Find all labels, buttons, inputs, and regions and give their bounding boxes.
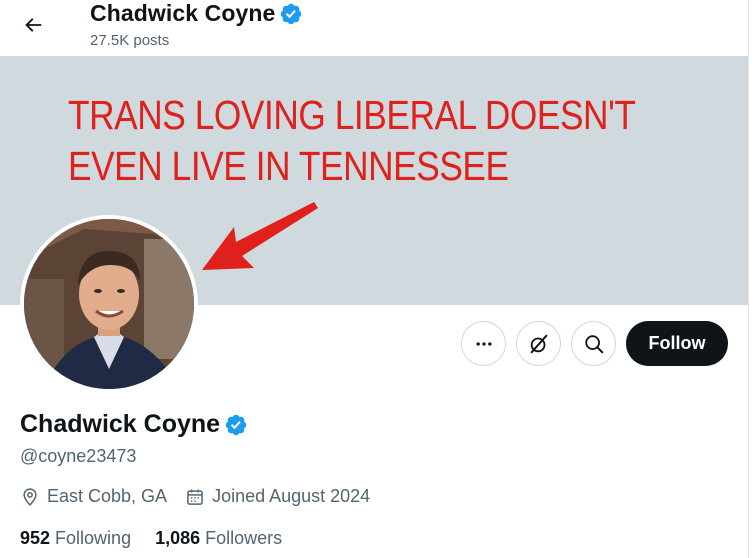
header-display-name: Chadwick Coyne bbox=[90, 0, 276, 26]
grok-icon bbox=[530, 334, 547, 353]
banner-annotation: TRANS LOVING LIBERAL DOESN'T EVEN LIVE I… bbox=[68, 90, 636, 192]
followers-label: Followers bbox=[205, 528, 283, 548]
more-options-button[interactable] bbox=[461, 321, 506, 366]
following-link[interactable]: 952 Following bbox=[20, 528, 131, 549]
followers-count: 1,086 bbox=[155, 528, 201, 548]
followers-link[interactable]: 1,086 Followers bbox=[155, 528, 282, 549]
joined-item: Joined August 2024 bbox=[185, 486, 370, 507]
profile-handle: @coyne23473 bbox=[20, 446, 137, 466]
profile-photo-illustration bbox=[24, 219, 194, 389]
more-horizontal-icon bbox=[476, 341, 491, 346]
location-text: East Cobb, GA bbox=[47, 486, 168, 506]
red-arrow-annotation-icon bbox=[202, 202, 318, 270]
grok-button[interactable] bbox=[516, 321, 561, 366]
verified-badge-icon bbox=[281, 3, 302, 24]
following-label: Following bbox=[55, 528, 132, 548]
following-count: 952 bbox=[20, 528, 51, 548]
avatar-photo bbox=[24, 219, 194, 389]
arrow-left-icon bbox=[25, 18, 42, 32]
profile-display-name: Chadwick Coyne bbox=[20, 410, 221, 438]
scrollbar[interactable] bbox=[748, 0, 756, 558]
follow-stats: 952 Following 1,086 Followers bbox=[20, 528, 306, 549]
follow-button[interactable]: Follow bbox=[626, 321, 728, 366]
banner-annotation-line-1: TRANS LOVING LIBERAL DOESN'T bbox=[68, 92, 636, 138]
posts-count: 27.5K posts bbox=[90, 32, 170, 49]
avatar[interactable] bbox=[20, 215, 198, 393]
banner-annotation-line-2: EVEN LIVE IN TENNESSEE bbox=[68, 143, 509, 189]
search-profile-button[interactable] bbox=[571, 321, 616, 366]
location-pin-icon bbox=[23, 487, 37, 506]
location-item: East Cobb, GA bbox=[20, 486, 167, 507]
back-button[interactable] bbox=[14, 6, 52, 44]
search-icon bbox=[584, 334, 603, 353]
calendar-icon bbox=[187, 489, 203, 505]
profile-header-bar: Chadwick Coyne 27.5K posts bbox=[0, 0, 748, 56]
profile-meta: East Cobb, GA Joined August 2024 bbox=[20, 486, 388, 507]
verified-badge-icon[interactable] bbox=[224, 413, 248, 437]
joined-text: Joined August 2024 bbox=[212, 486, 371, 506]
